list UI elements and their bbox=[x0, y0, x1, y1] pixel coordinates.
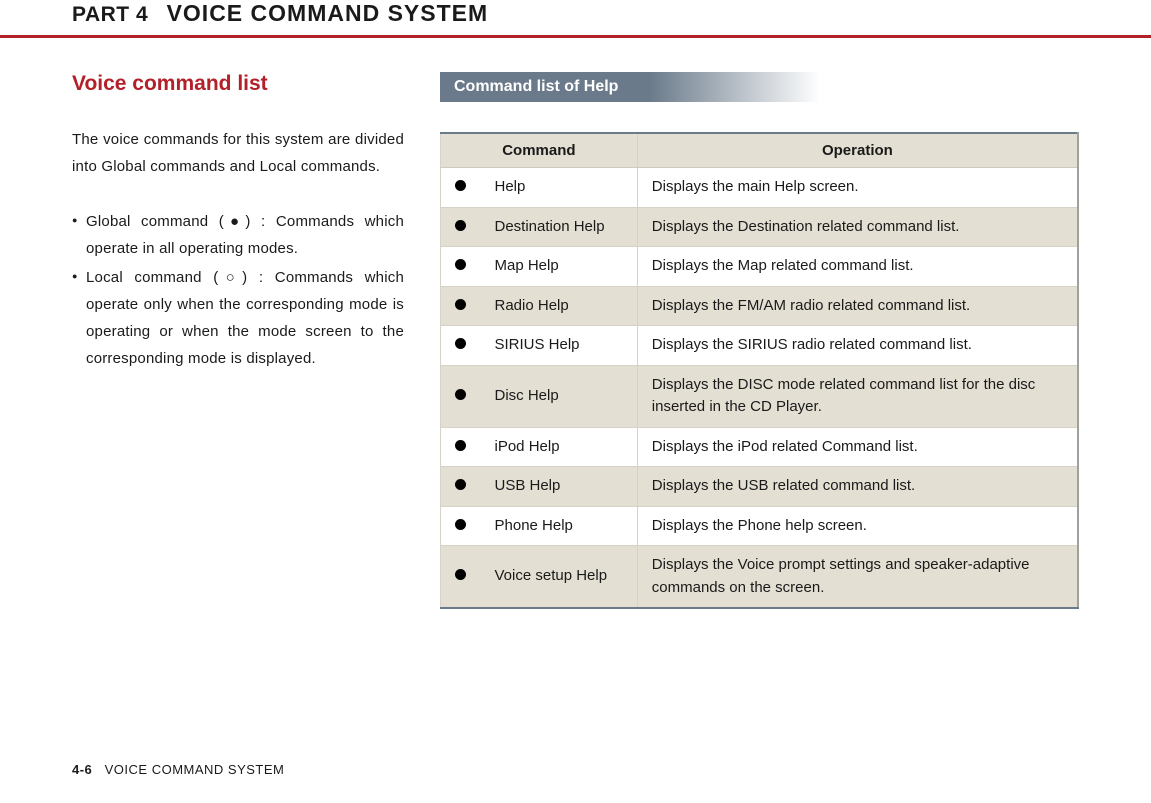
table-header-operation: Operation bbox=[637, 133, 1078, 168]
page-header: PART 4 VOICE COMMAND SYSTEM bbox=[0, 0, 1151, 38]
section-heading: Voice command list bbox=[72, 72, 404, 96]
cmd-cell: Phone Help bbox=[481, 506, 638, 546]
op-cell: Displays the Phone help screen. bbox=[637, 506, 1078, 546]
table-row: Voice setup Help Displays the Voice prom… bbox=[441, 546, 1079, 609]
table-row: SIRIUS Help Displays the SIRIUS radio re… bbox=[441, 326, 1079, 366]
cmd-cell: iPod Help bbox=[481, 427, 638, 467]
op-cell: Displays the Destination related command… bbox=[637, 207, 1078, 247]
right-column: Command list of Help Command Operation H… bbox=[440, 72, 1079, 609]
op-cell: Displays the USB related command list. bbox=[637, 467, 1078, 507]
table-row: Map Help Displays the Map related comman… bbox=[441, 247, 1079, 287]
global-dot-icon bbox=[441, 168, 481, 208]
global-dot-icon bbox=[441, 506, 481, 546]
global-dot-icon bbox=[441, 467, 481, 507]
op-cell: Displays the iPod related Command list. bbox=[637, 427, 1078, 467]
cmd-cell: Destination Help bbox=[481, 207, 638, 247]
global-dot-icon bbox=[441, 326, 481, 366]
cmd-cell: Radio Help bbox=[481, 286, 638, 326]
table-row: Help Displays the main Help screen. bbox=[441, 168, 1079, 208]
table-row: Radio Help Displays the FM/AM radio rela… bbox=[441, 286, 1079, 326]
op-cell: Displays the main Help screen. bbox=[637, 168, 1078, 208]
part-label: PART 4 bbox=[72, 3, 148, 27]
table-header-command: Command bbox=[441, 133, 638, 168]
table-row: Destination Help Displays the Destinatio… bbox=[441, 207, 1079, 247]
op-cell: Displays the SIRIUS radio related comman… bbox=[637, 326, 1078, 366]
page-number: 4-6 bbox=[72, 762, 92, 777]
op-cell: Displays the Map related command list. bbox=[637, 247, 1078, 287]
op-cell: Displays the FM/AM radio related command… bbox=[637, 286, 1078, 326]
part-title: VOICE COMMAND SYSTEM bbox=[167, 0, 489, 27]
global-dot-icon bbox=[441, 427, 481, 467]
table-row: Disc Help Displays the DISC mode related… bbox=[441, 365, 1079, 427]
command-table: Command Operation Help Displays the main… bbox=[440, 132, 1079, 609]
global-dot-icon bbox=[441, 546, 481, 609]
table-row: USB Help Displays the USB related comman… bbox=[441, 467, 1079, 507]
table-row: Phone Help Displays the Phone help scree… bbox=[441, 506, 1079, 546]
global-dot-icon bbox=[441, 207, 481, 247]
cmd-cell: SIRIUS Help bbox=[481, 326, 638, 366]
cmd-cell: USB Help bbox=[481, 467, 638, 507]
list-item: Local command (○) : Commands which opera… bbox=[72, 264, 404, 372]
list-item: Global command (●) : Commands which oper… bbox=[72, 208, 404, 262]
command-type-list: Global command (●) : Commands which oper… bbox=[72, 208, 404, 372]
op-cell: Displays the Voice prompt settings and s… bbox=[637, 546, 1078, 609]
cmd-cell: Map Help bbox=[481, 247, 638, 287]
op-cell: Displays the DISC mode related command l… bbox=[637, 365, 1078, 427]
sub-heading: Command list of Help bbox=[440, 72, 820, 102]
global-dot-icon bbox=[441, 365, 481, 427]
global-dot-icon bbox=[441, 286, 481, 326]
table-row: iPod Help Displays the iPod related Comm… bbox=[441, 427, 1079, 467]
table-body: Help Displays the main Help screen. Dest… bbox=[441, 168, 1079, 609]
page-footer: 4-6 VOICE COMMAND SYSTEM bbox=[72, 762, 284, 777]
cmd-cell: Help bbox=[481, 168, 638, 208]
left-column: Voice command list The voice commands fo… bbox=[72, 72, 404, 609]
global-dot-icon bbox=[441, 247, 481, 287]
footer-label: VOICE COMMAND SYSTEM bbox=[105, 762, 285, 777]
intro-paragraph: The voice commands for this system are d… bbox=[72, 126, 404, 180]
cmd-cell: Disc Help bbox=[481, 365, 638, 427]
content-area: Voice command list The voice commands fo… bbox=[0, 72, 1151, 609]
cmd-cell: Voice setup Help bbox=[481, 546, 638, 609]
